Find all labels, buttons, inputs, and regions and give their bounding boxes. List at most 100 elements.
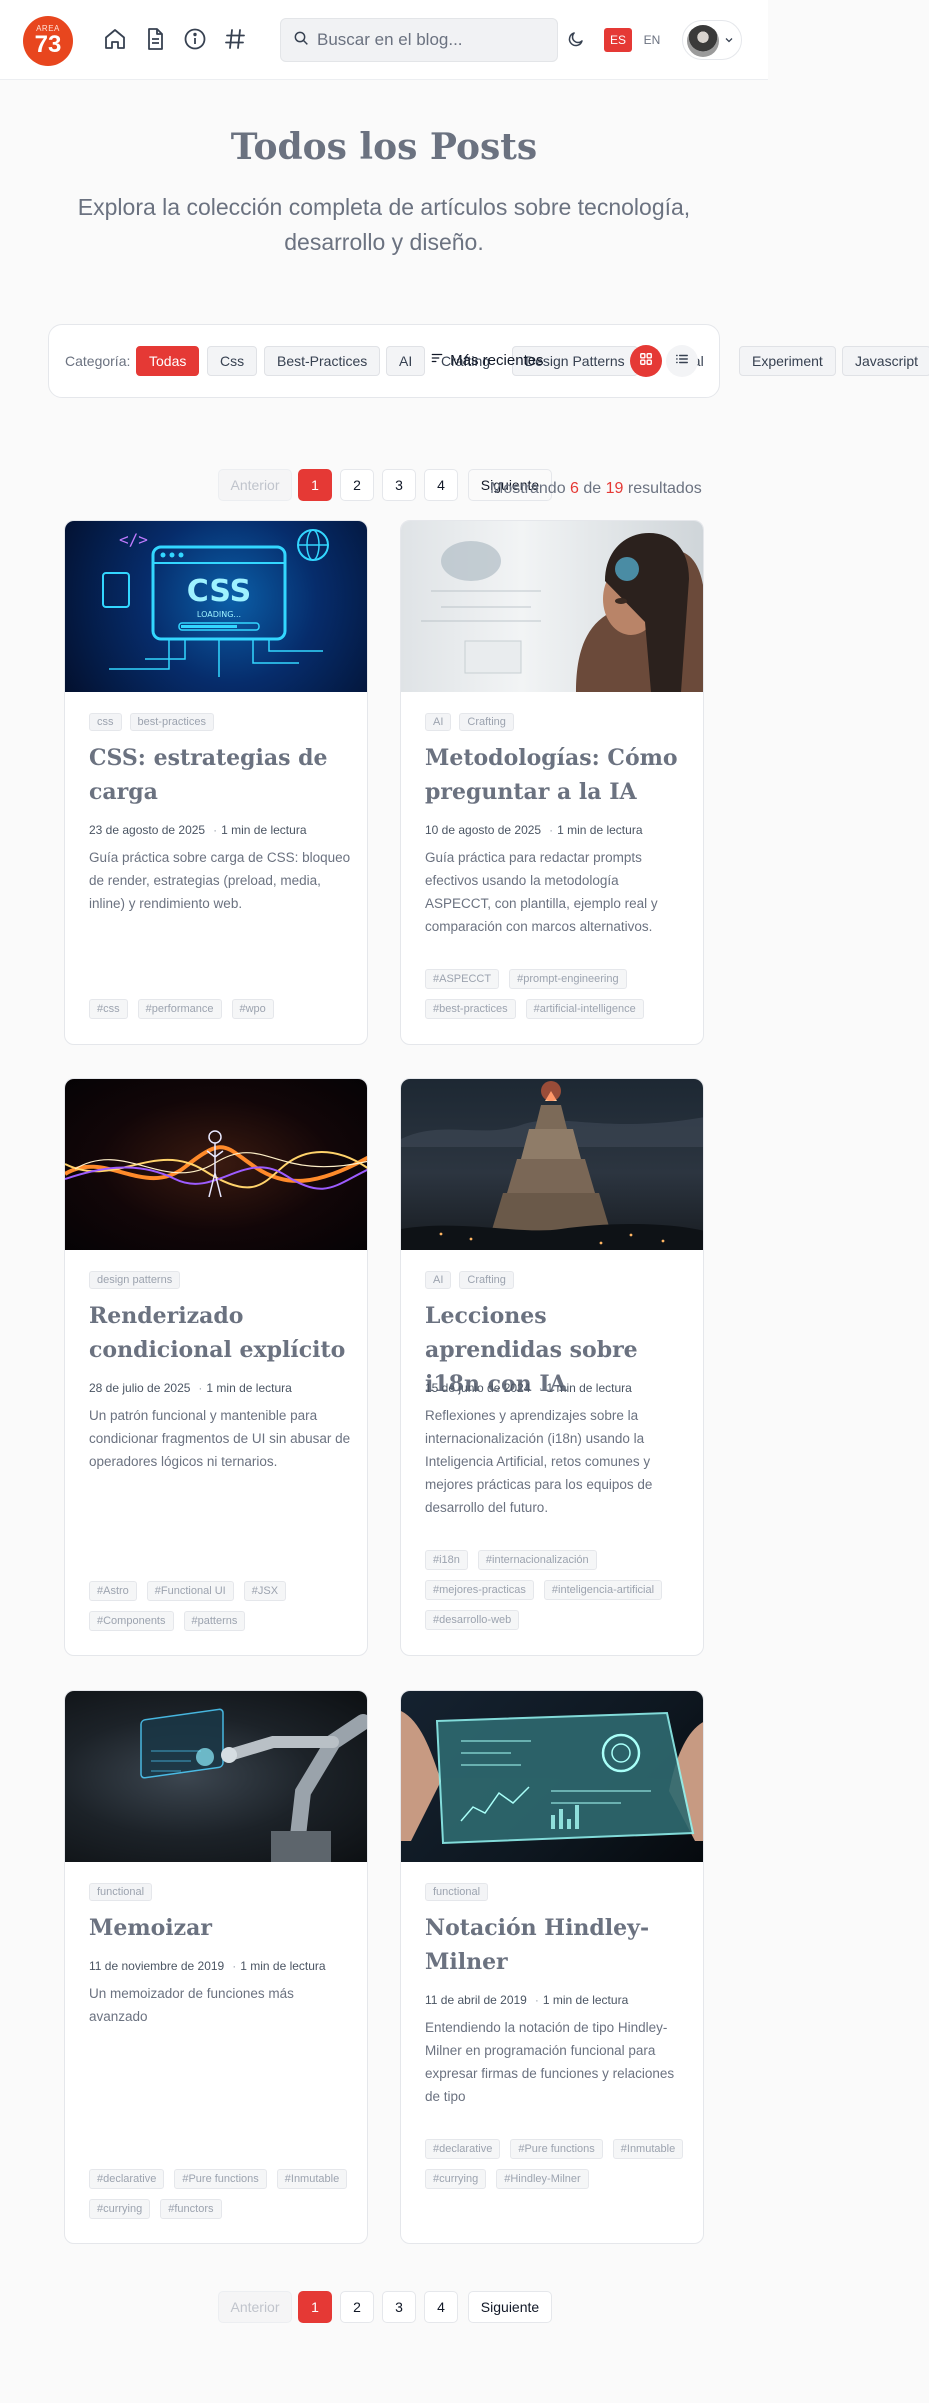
lang-es-button[interactable]: ES [604, 28, 632, 52]
tag-badge[interactable]: #mejores-practicas [425, 1580, 534, 1600]
list-view-button[interactable] [666, 345, 698, 377]
post-card[interactable]: functional Memoizar 11 de noviembre de 2… [64, 1690, 368, 2244]
post-date: 11 de abril de 2019 [425, 1993, 527, 2007]
tag-badge[interactable]: #declarative [89, 2169, 165, 2189]
post-card[interactable]: functional Notación Hindley-Milner 11 de… [400, 1690, 704, 2244]
post-title[interactable]: Renderizado condicional explícito [89, 1299, 349, 1367]
page-button-3[interactable]: 3 [382, 469, 416, 501]
post-title[interactable]: Metodologías: Cómo preguntar a la IA [425, 741, 685, 809]
logo-number: 73 [34, 31, 62, 58]
document-icon[interactable] [142, 26, 168, 52]
post-categories: design patterns [89, 1271, 181, 1289]
category-chip-javascript[interactable]: Javascript [842, 346, 929, 376]
category-chip-best-practices[interactable]: Best-Practices [264, 346, 381, 376]
category-badge[interactable]: functional [425, 1883, 489, 1901]
category-badge[interactable]: Crafting [459, 713, 514, 731]
post-image[interactable] [65, 1691, 367, 1862]
tag-badge[interactable]: #internacionalización [477, 1550, 597, 1570]
avatar [687, 25, 719, 57]
category-badge[interactable]: functional [89, 1883, 153, 1901]
search-input[interactable] [317, 30, 537, 50]
grid-icon [639, 352, 653, 371]
post-meta: 10 de agosto de 2025 · 1 min de lectura [425, 823, 643, 837]
post-image[interactable]: CSS LOADING... </> [65, 521, 367, 692]
next-page-button[interactable]: Siguiente [468, 2291, 552, 2323]
prev-page-button[interactable]: Anterior [218, 2291, 292, 2323]
post-title[interactable]: Memoizar [89, 1911, 349, 1945]
prev-page-button[interactable]: Anterior [218, 469, 292, 501]
search-icon [293, 30, 309, 51]
user-menu-button[interactable] [682, 20, 742, 60]
post-card[interactable]: CSS LOADING... </> css best-practices CS… [64, 520, 368, 1045]
info-icon[interactable] [182, 26, 208, 52]
category-badge[interactable]: design patterns [89, 1271, 181, 1289]
tag-badge[interactable]: #functors [160, 2199, 222, 2219]
category-badge[interactable]: Crafting [459, 1271, 514, 1289]
tag-badge[interactable]: #desarrollo-web [425, 1610, 520, 1630]
tag-badge[interactable]: #Inmutable [612, 2139, 684, 2159]
tag-badge[interactable]: #prompt-engineering [509, 969, 627, 989]
post-image[interactable] [401, 1691, 703, 1862]
tag-badge[interactable]: #Inmutable [276, 2169, 348, 2189]
search-box[interactable] [280, 18, 558, 62]
post-card[interactable]: AI Crafting Metodologías: Cómo preguntar… [400, 520, 704, 1045]
lang-en-button[interactable]: EN [638, 28, 666, 52]
tag-badge[interactable]: #i18n [425, 1550, 468, 1570]
page-button-1[interactable]: 1 [298, 469, 332, 501]
page-button-2[interactable]: 2 [340, 469, 374, 501]
tag-badge[interactable]: #Pure functions [174, 2169, 267, 2189]
tag-badge[interactable]: #css [89, 999, 128, 1019]
page-button-4[interactable]: 4 [424, 2291, 458, 2323]
tag-badge[interactable]: #ASPECCT [425, 969, 500, 989]
moon-icon[interactable] [563, 26, 589, 52]
page-button-3[interactable]: 3 [382, 2291, 416, 2323]
home-icon[interactable] [102, 26, 128, 52]
post-title[interactable]: CSS: estrategias de carga [89, 741, 349, 809]
tag-badge[interactable]: #inteligencia-artificial [543, 1580, 663, 1600]
page-button-4[interactable]: 4 [424, 469, 458, 501]
site-header: AREA 73 ES EN [0, 0, 768, 80]
tag-badge[interactable]: #artificial-intelligence [525, 999, 644, 1019]
post-title[interactable]: Notación Hindley-Milner [425, 1911, 685, 1979]
post-read-time: 1 min de lectura [546, 1381, 632, 1395]
category-badge[interactable]: AI [425, 713, 452, 731]
grid-view-button[interactable] [630, 345, 662, 377]
category-chip-ai[interactable]: AI [386, 346, 426, 376]
tag-badge[interactable]: #currying [425, 2169, 487, 2189]
tag-badge[interactable]: #JSX [243, 1581, 287, 1601]
hash-icon[interactable] [222, 26, 248, 52]
sort-dropdown[interactable]: Más recientes [430, 346, 544, 376]
post-card[interactable]: AI Crafting Lecciones aprendidas sobre i… [400, 1078, 704, 1656]
post-read-time: 1 min de lectura [557, 823, 643, 837]
results-suffix: resultados [627, 480, 702, 497]
post-tags: #i18n #internacionalización #mejores-pra… [425, 1550, 687, 1630]
category-label: Categoría: [65, 353, 131, 369]
svg-text:LOADING...: LOADING... [197, 610, 241, 619]
post-image[interactable] [401, 1079, 703, 1250]
post-categories: css best-practices [89, 713, 214, 731]
category-badge[interactable]: css [89, 713, 122, 731]
post-image[interactable] [65, 1079, 367, 1250]
tag-badge[interactable]: #patterns [183, 1611, 246, 1631]
tag-badge[interactable]: #best-practices [425, 999, 516, 1019]
post-image[interactable] [401, 521, 703, 692]
category-badge[interactable]: AI [425, 1271, 452, 1289]
post-read-time: 1 min de lectura [206, 1381, 292, 1395]
tag-badge[interactable]: #Pure functions [510, 2139, 603, 2159]
category-chip-experiment[interactable]: Experiment [739, 346, 836, 376]
post-card[interactable]: design patterns Renderizado condicional … [64, 1078, 368, 1656]
tag-badge[interactable]: #currying [89, 2199, 151, 2219]
tag-badge[interactable]: #declarative [425, 2139, 501, 2159]
site-logo[interactable]: AREA 73 [23, 16, 73, 66]
page-button-2[interactable]: 2 [340, 2291, 374, 2323]
tag-badge[interactable]: #wpo [231, 999, 274, 1019]
category-badge[interactable]: best-practices [129, 713, 214, 731]
category-chip-todas[interactable]: Todas [136, 346, 200, 376]
tag-badge[interactable]: #Functional UI [146, 1581, 234, 1601]
tag-badge[interactable]: #Astro [89, 1581, 137, 1601]
tag-badge[interactable]: #performance [137, 999, 222, 1019]
tag-badge[interactable]: #Hindley-Milner [496, 2169, 589, 2189]
page-button-1[interactable]: 1 [298, 2291, 332, 2323]
category-chip-css[interactable]: Css [207, 346, 258, 376]
tag-badge[interactable]: #Components [89, 1611, 174, 1631]
